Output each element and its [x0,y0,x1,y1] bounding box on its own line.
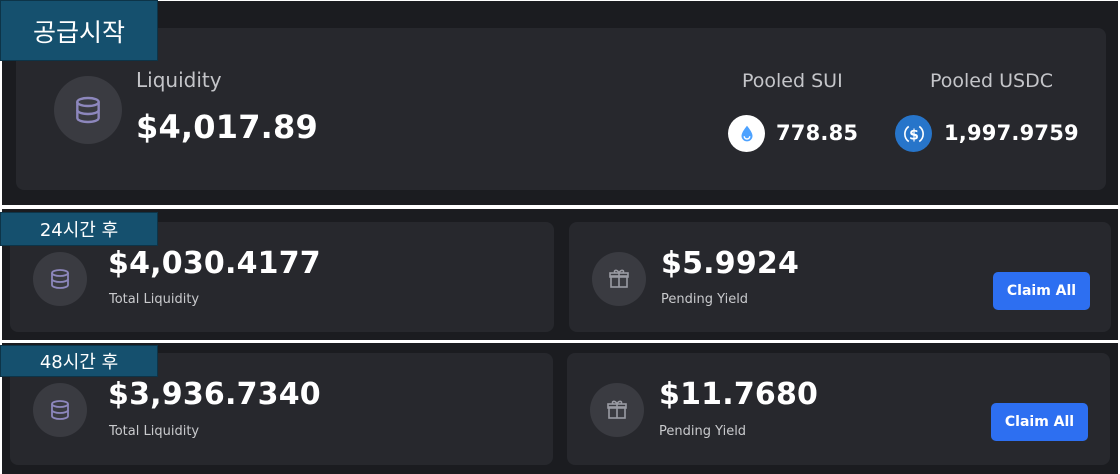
svg-text:$: $ [909,127,919,143]
database-icon [51,269,69,289]
liquidity-value: $4,017.89 [136,108,318,146]
step-label-24h: 24시간 후 [0,212,158,246]
gift-icon [609,269,629,288]
step-label-48h: 48시간 후 [0,345,158,377]
pending-yield-label-48h: Pending Yield [659,424,747,439]
after-48h-panel: $3,936.7340 Total Liquidity $11.7680 Pen… [2,343,1118,474]
yield-icon-circle-24h [592,252,646,306]
claim-all-button-48h[interactable]: Claim All [991,403,1088,441]
after-24h-panel: $4,030.4177 Total Liquidity $5.9924 Pend… [2,209,1118,340]
pooled-usdc-label: Pooled USDC [930,70,1053,92]
pooled-sui-value: 778.85 [776,121,859,145]
step-label-start: 공급시작 [0,0,158,61]
pooled-sui-label: Pooled SUI [742,70,843,92]
pending-yield-label-24h: Pending Yield [661,292,749,307]
liquidity-overview-panel: Liquidity $4,017.89 Pooled SUI 778.85 Po… [2,1,1118,205]
pending-yield-value-24h: $5.9924 [661,246,800,281]
liquidity-label: Liquidity [136,68,222,92]
total-liquidity-label-24h: Total Liquidity [109,292,200,307]
total-liquidity-value-48h: $3,936.7340 [108,377,321,412]
database-icon [51,400,69,420]
database-icon [76,96,100,124]
pending-yield-value-48h: $11.7680 [659,377,819,412]
total-liquidity-value-24h: $4,030.4177 [108,246,321,281]
claim-all-button-24h[interactable]: Claim All [993,272,1090,310]
pending-yield-card-48h: $11.7680 Pending Yield Claim All [567,353,1110,465]
total-liquidity-label-48h: Total Liquidity [109,424,200,439]
yield-icon-circle-48h [590,383,644,437]
liquidity-overview-card: Liquidity $4,017.89 Pooled SUI 778.85 Po… [16,28,1106,190]
sui-icon [728,115,765,152]
liquidity-icon-circle [54,76,122,144]
usdc-icon: $ [895,115,932,152]
pending-yield-card-24h: $5.9924 Pending Yield Claim All [569,222,1111,332]
liquidity-icon-circle-48h [33,383,87,437]
pooled-usdc-value: 1,997.9759 [944,121,1079,145]
gift-icon [607,400,627,419]
liquidity-icon-circle-24h [33,252,87,306]
